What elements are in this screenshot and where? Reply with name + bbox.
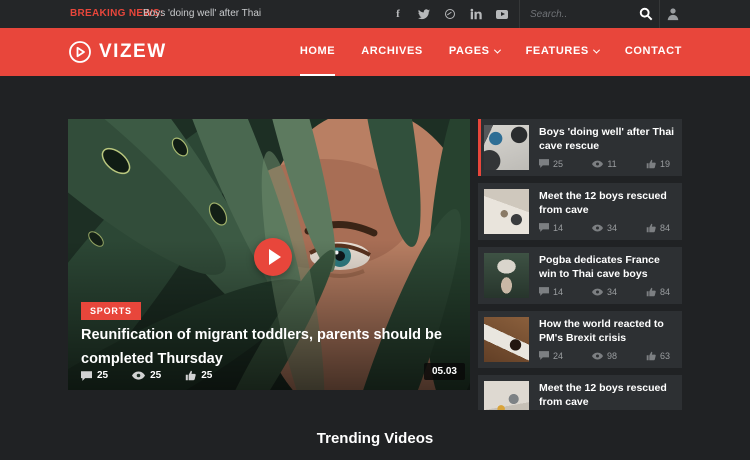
top-bar: BREAKING NEWS: Boys 'doing well' after T… — [0, 0, 750, 28]
dribbble-icon[interactable] — [444, 8, 456, 20]
thumbs-up-icon — [646, 159, 656, 169]
nav-item-pages[interactable]: PAGES — [449, 28, 501, 76]
topbar-divider — [519, 0, 520, 28]
views-stat: 25 — [132, 370, 161, 381]
site-logo-text: VIZEW — [99, 41, 167, 62]
article-thumbnail — [484, 189, 529, 234]
article-stats: 14 34 84 — [539, 287, 676, 297]
main-menu: HOME ARCHIVES PAGES FEATURES CONTACT — [274, 28, 682, 76]
article-thumbnail — [484, 253, 529, 298]
likes-stat: 25 — [185, 370, 212, 381]
search-form — [530, 0, 655, 28]
eye-icon — [132, 371, 146, 380]
breaking-news-headline[interactable]: Boys 'doing well' after Thai — [143, 0, 261, 28]
comments-stat: 25 — [81, 370, 108, 381]
article-thumbnail — [484, 125, 529, 170]
article-thumbnail — [484, 381, 529, 410]
article-title[interactable]: Meet the 12 boys rescued from cave — [539, 190, 676, 218]
play-logo-icon — [68, 40, 92, 64]
comment-icon — [539, 351, 549, 361]
featured-stats: 25 25 25 — [81, 370, 212, 381]
site-logo[interactable]: VIZEW — [68, 28, 167, 76]
featured-video-post[interactable]: SPORTS Reunification of migrant toddlers… — [68, 119, 470, 390]
article-list-item[interactable]: Boys 'doing well' after Thai cave rescue… — [478, 119, 682, 176]
video-play-button[interactable] — [254, 238, 293, 277]
chevron-down-icon — [493, 46, 501, 54]
thumbs-up-icon — [646, 223, 656, 233]
article-title[interactable]: How the world reacted to PM's Brexit cri… — [539, 318, 676, 346]
eye-icon — [591, 288, 603, 296]
article-list-item[interactable]: Meet the 12 boys rescued from cave 14 34… — [478, 183, 682, 240]
article-list-item[interactable]: Pogba dedicates France win to Thai cave … — [478, 247, 682, 304]
article-title[interactable]: Meet the 12 boys rescued from cave — [539, 382, 676, 410]
social-links: f — [392, 0, 508, 28]
article-title[interactable]: Pogba dedicates France win to Thai cave … — [539, 254, 676, 282]
nav-item-contact[interactable]: CONTACT — [625, 28, 682, 76]
vizew-homepage: BREAKING NEWS: Boys 'doing well' after T… — [0, 0, 750, 460]
thumbs-up-icon — [186, 370, 196, 381]
comment-icon — [539, 159, 549, 169]
article-title[interactable]: Boys 'doing well' after Thai cave rescue — [539, 126, 676, 154]
nav-item-archives[interactable]: ARCHIVES — [361, 28, 423, 76]
video-duration-badge: 05.03 — [423, 363, 465, 380]
thumbs-up-icon — [646, 351, 656, 361]
comment-icon — [81, 370, 92, 381]
eye-icon — [591, 224, 603, 232]
article-stats: 14 34 84 — [539, 223, 676, 233]
search-icon[interactable] — [639, 7, 653, 21]
thumbs-up-icon — [646, 287, 656, 297]
nav-item-home[interactable]: HOME — [299, 28, 336, 76]
featured-title[interactable]: Reunification of migrant toddlers, paren… — [81, 324, 453, 372]
trending-videos-heading: Trending Videos — [316, 430, 434, 447]
search-input[interactable] — [530, 0, 630, 28]
article-stats: 24 98 63 — [539, 351, 676, 361]
twitter-icon[interactable] — [418, 8, 430, 20]
topbar-divider — [659, 0, 660, 28]
nav-item-features[interactable]: FEATURES — [526, 28, 600, 76]
article-stats: 25 11 19 — [539, 159, 676, 169]
user-account-icon[interactable] — [666, 7, 680, 21]
youtube-icon[interactable] — [496, 8, 508, 20]
eye-icon — [592, 160, 604, 168]
article-thumbnail — [484, 317, 529, 362]
main-navbar: VIZEW HOME ARCHIVES PAGES FEATURES CONTA… — [0, 28, 750, 76]
chevron-down-icon — [592, 46, 600, 54]
comment-icon — [539, 287, 549, 297]
linkedin-icon[interactable] — [470, 8, 482, 20]
comment-icon — [539, 223, 549, 233]
category-badge[interactable]: SPORTS — [81, 302, 141, 320]
eye-icon — [591, 352, 603, 360]
article-list-item[interactable]: Meet the 12 boys rescued from cave — [478, 375, 682, 410]
article-list-item[interactable]: How the world reacted to PM's Brexit cri… — [478, 311, 682, 368]
facebook-icon[interactable]: f — [392, 8, 404, 20]
latest-articles-list: Boys 'doing well' after Thai cave rescue… — [478, 119, 682, 410]
